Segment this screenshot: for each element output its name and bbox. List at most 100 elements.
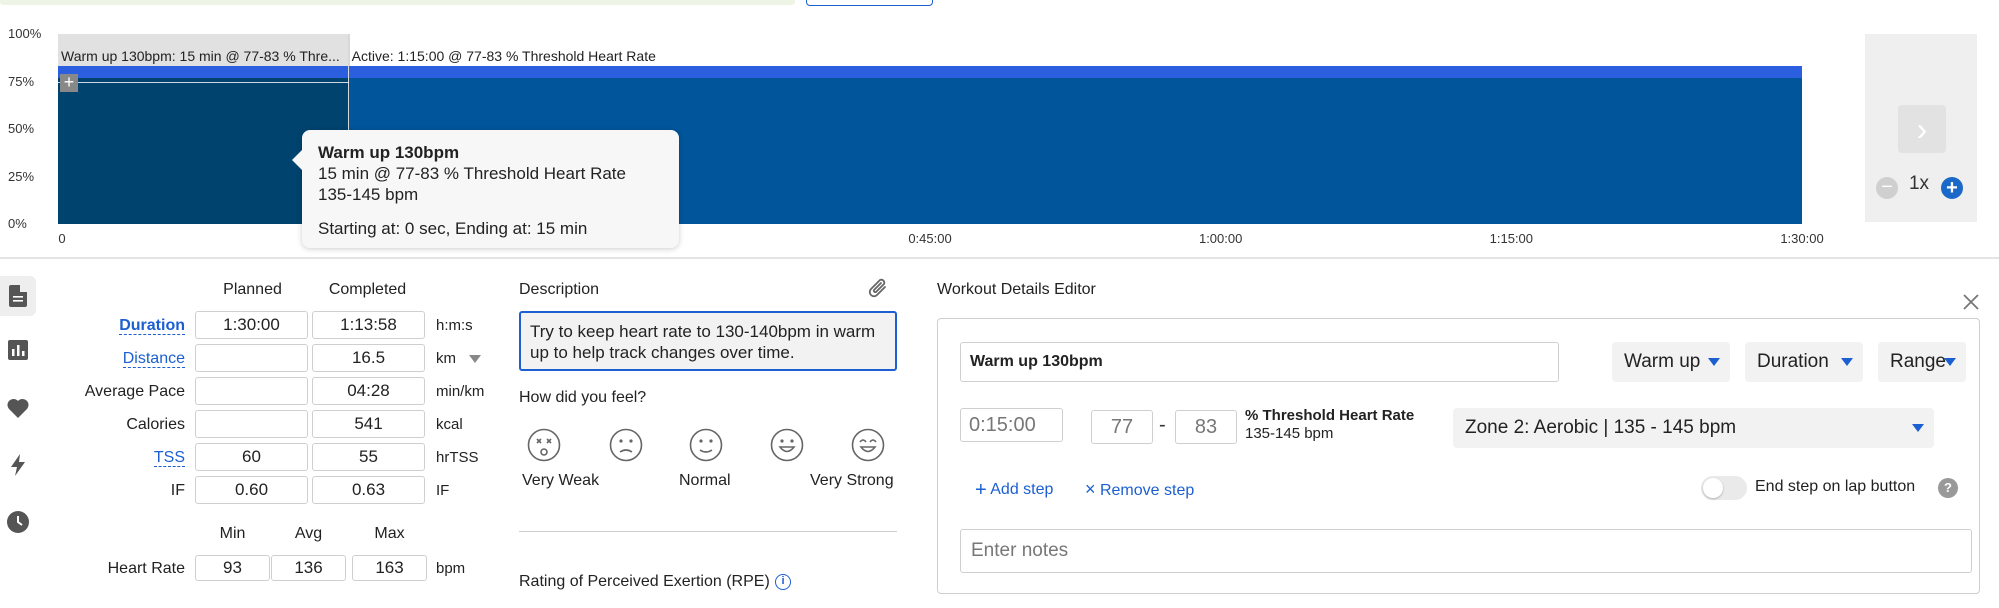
- hr-value[interactable]: 163: [352, 555, 427, 581]
- stat-label: Average Pace: [84, 383, 185, 400]
- range-high-input[interactable]: 83: [1175, 410, 1237, 444]
- tooltip-line2: 135-145 bpm: [318, 185, 419, 204]
- help-icon[interactable]: ?: [1938, 478, 1958, 498]
- hr-column-header: Max: [374, 525, 405, 542]
- lap-button-toggle[interactable]: [1701, 476, 1747, 500]
- very-strong-face-icon[interactable]: [851, 428, 885, 467]
- paperclip-icon[interactable]: [868, 277, 890, 306]
- target-range-band: [58, 66, 349, 78]
- info-icon[interactable]: i: [775, 574, 791, 590]
- planned-value[interactable]: [195, 410, 308, 438]
- chevron-down-icon[interactable]: [469, 355, 481, 363]
- feel-label: How did you feel?: [519, 389, 647, 406]
- description-textarea[interactable]: Try to keep heart rate to 130-140bpm in …: [519, 311, 897, 371]
- y-tick-label: 100%: [8, 26, 42, 41]
- y-tick-label: 75%: [8, 73, 35, 89]
- target-type-value: Range: [1890, 351, 1946, 372]
- length-type-select[interactable]: Duration: [1745, 342, 1863, 382]
- strong-face-icon[interactable]: [770, 428, 804, 467]
- x-icon: ×: [1085, 479, 1096, 499]
- close-icon[interactable]: [1962, 293, 1980, 311]
- feel-label-very-weak: Very Weak: [522, 472, 600, 489]
- stat-unit: kcal: [436, 416, 463, 433]
- zoom-out-button[interactable]: −: [1876, 177, 1898, 199]
- range-separator: -: [1159, 414, 1166, 436]
- target-range-band: [348, 66, 1802, 78]
- planned-value[interactable]: [195, 377, 308, 405]
- completed-value[interactable]: 16.5: [312, 344, 425, 372]
- planned-value[interactable]: 1:30:00: [195, 311, 308, 339]
- zoom-level: 1x: [1908, 173, 1930, 194]
- planned-value[interactable]: [195, 344, 308, 372]
- add-step-label: Add step: [990, 481, 1054, 498]
- step-name-input[interactable]: Warm up 130bpm: [960, 342, 1559, 382]
- stat-label: IF: [170, 482, 185, 499]
- hr-column-header: Avg: [294, 525, 323, 542]
- step-label: Active: 1:15:00 @ 77-83 % Threshold Hear…: [351, 48, 656, 64]
- weak-face-icon[interactable]: [609, 428, 643, 467]
- y-tick-label: 50%: [8, 121, 35, 136]
- planned-header: Planned: [223, 281, 282, 298]
- plus-icon: +: [975, 479, 987, 501]
- stat-unit: km: [436, 350, 456, 367]
- workout-structure-chart: 100% 75% 50% 25% 0% + Warm up 130bpm: 15 min …: [0, 0, 1999, 258]
- step-tooltip: Warm up 130bpm 15 min @ 77-83 % Threshol…: [292, 130, 679, 248]
- stat-unit: min/km: [436, 383, 485, 400]
- hr-label: Heart Rate: [107, 560, 185, 577]
- zone-select[interactable]: Zone 2: Aerobic | 135 - 145 bpm: [1453, 408, 1934, 448]
- target-type-select[interactable]: Range: [1878, 342, 1966, 382]
- lap-toggle-label: End step on lap button: [1755, 478, 1916, 495]
- tooltip-times: Starting at: 0 sec, Ending at: 15 min: [318, 219, 588, 238]
- completed-value[interactable]: 1:13:58: [312, 311, 425, 339]
- zoom-in-button[interactable]: +: [1941, 177, 1963, 199]
- normal-face-icon[interactable]: [689, 428, 723, 467]
- step-type-select[interactable]: Warm up: [1612, 342, 1730, 382]
- duration-input[interactable]: 0:15:00: [960, 408, 1063, 442]
- chevron-right-icon[interactable]: ›: [1898, 105, 1946, 153]
- stat-label[interactable]: Distance: [35, 350, 185, 368]
- feel-label-very-strong: Very Strong: [810, 472, 894, 489]
- y-tick-label: 25%: [8, 168, 35, 184]
- very-weak-face-icon[interactable]: [527, 428, 561, 467]
- description-label: Description: [519, 281, 600, 298]
- step-type-value: Warm up: [1624, 351, 1701, 372]
- remove-step-button[interactable]: × Remove step: [1085, 479, 1194, 500]
- add-step-handle-icon[interactable]: +: [60, 73, 78, 92]
- stat-label[interactable]: TSS: [35, 449, 185, 467]
- clock-icon[interactable]: [0, 502, 36, 542]
- planned-value[interactable]: 60: [195, 443, 308, 471]
- divider: [519, 531, 897, 532]
- range-low-input[interactable]: 77: [1091, 410, 1153, 444]
- x-tick-label: 1:00:00: [1198, 231, 1243, 246]
- completed-value[interactable]: 0.63: [312, 476, 425, 504]
- threshold-bpm: 135-145 bpm: [1245, 425, 1334, 442]
- stat-label[interactable]: Duration: [35, 317, 185, 335]
- rpe-label: Rating of Perceived Exertion (RPE): [519, 573, 770, 590]
- lightning-icon[interactable]: [0, 445, 36, 485]
- x-tick-label: 1:30:00: [1780, 231, 1824, 246]
- editor-title: Workout Details Editor: [937, 281, 1096, 298]
- add-step-button[interactable]: + Add step: [975, 479, 1053, 502]
- x-tick-label: 1:15:00: [1489, 231, 1534, 246]
- feel-label-normal: Normal: [679, 472, 731, 489]
- hr-unit: bpm: [436, 560, 466, 577]
- completed-value[interactable]: 541: [312, 410, 425, 438]
- remove-step-label: Remove step: [1099, 482, 1195, 499]
- x-tick-label: 0: [58, 231, 66, 246]
- stat-label: Calories: [126, 416, 185, 433]
- completed-value[interactable]: 04:28: [312, 377, 425, 405]
- document-icon[interactable]: [0, 276, 36, 316]
- heart-icon[interactable]: [0, 388, 36, 428]
- zone-value: Zone 2: Aerobic | 135 - 145 bpm: [1465, 417, 1737, 438]
- notes-input[interactable]: Enter notes: [960, 529, 1972, 573]
- planned-value[interactable]: 0.60: [195, 476, 308, 504]
- hr-value[interactable]: 136: [271, 555, 346, 581]
- tooltip-title: Warm up 130bpm: [318, 143, 460, 162]
- tooltip-line1: 15 min @ 77-83 % Threshold Heart Rate: [318, 164, 626, 183]
- hr-column-header: Min: [219, 525, 246, 542]
- stat-unit: h:m:s: [436, 317, 473, 334]
- bar-chart-icon[interactable]: [0, 330, 36, 370]
- completed-value[interactable]: 55: [312, 443, 425, 471]
- hr-value[interactable]: 93: [195, 555, 270, 581]
- divider: [0, 257, 1999, 259]
